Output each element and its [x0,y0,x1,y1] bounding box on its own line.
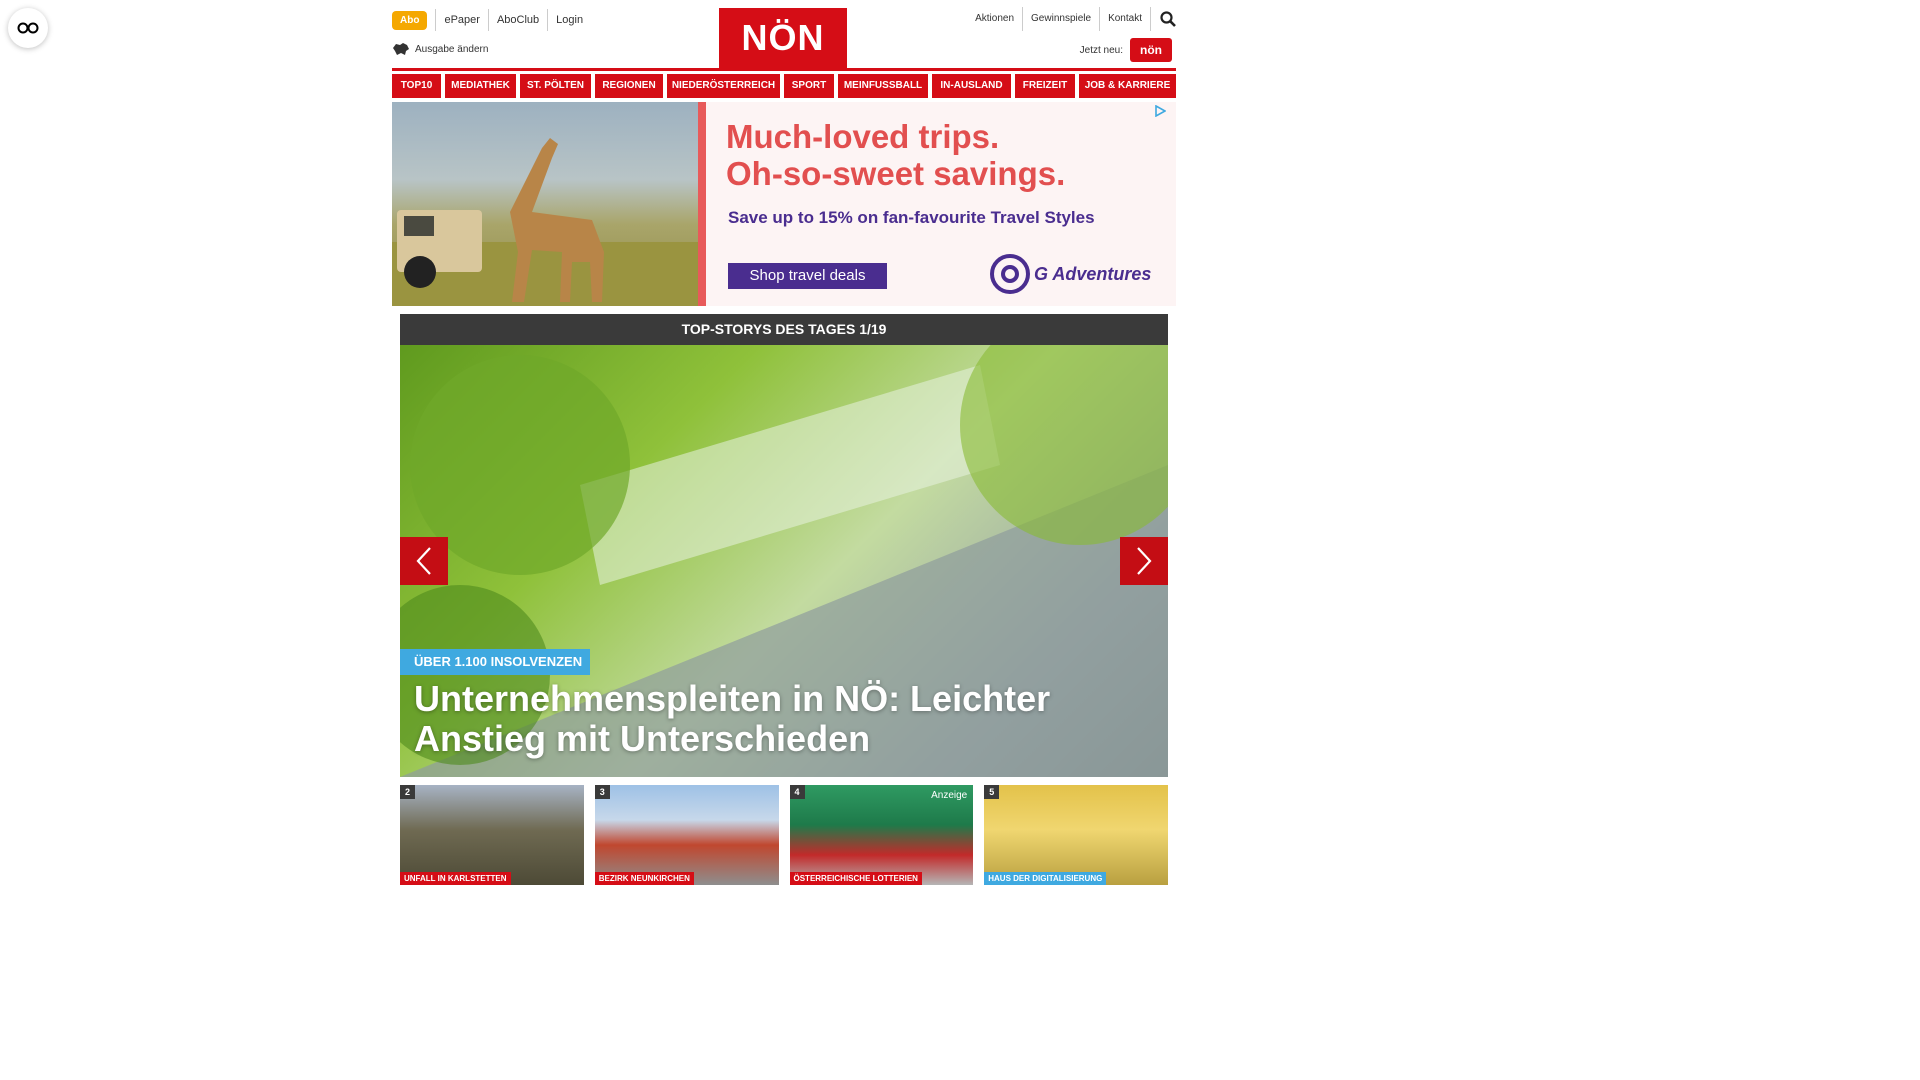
adchoices-icon[interactable] [1154,104,1167,122]
thumb-number: 2 [400,785,416,799]
story-headline[interactable]: Unternehmenspleiten in NÖ: Leichter Anst… [414,679,1134,759]
aktionen-link[interactable]: Aktionen [967,7,1024,31]
ad-headline-line-2: Oh-so-sweet savings. [726,155,1066,192]
thumb-number: 4 [789,785,805,799]
thumb-number: 3 [594,785,610,799]
slider-prev-button[interactable] [400,537,448,585]
noen-logo[interactable]: NÖN [719,8,847,68]
giraffe-safari-illustration [392,138,698,306]
nav-freizeit[interactable]: FREIZEIT [1015,74,1075,98]
jetzt-neu: Jetzt neu: nön [1080,38,1172,62]
epaper-link[interactable]: ePaper [435,9,487,31]
site-header: Abo ePaper AboClub Login Ausgabe ändern … [392,0,1176,68]
story-thumbnails: 2 UNFALL IN KARLSTETTEN 3 BEZIRK NEUNKIR… [400,785,1168,885]
ad-safari-image [392,102,698,306]
slider-title: TOP-STORYS DES TAGES 1/19 [400,314,1168,345]
hero-story[interactable]: ÜBER 1.100 INSOLVENZEN Unternehmenspleit… [400,345,1168,777]
glasses-icon [17,22,39,34]
ad-accent-stripe [698,102,706,306]
thumb-tag: BEZIRK NEUNKIRCHEN [594,872,694,885]
ausgabe-aendern-link[interactable]: Ausgabe ändern [392,42,488,56]
kleine-noen-logo[interactable]: nön [1130,38,1172,62]
jetzt-neu-label: Jetzt neu: [1079,44,1123,56]
nav-meinfussball[interactable]: MEINFUSSBALL [838,74,928,98]
story-kicker: ÜBER 1.100 INSOLVENZEN [400,649,591,675]
nav-regionen[interactable]: REGIONEN [595,74,663,98]
reader-extension-button[interactable] [8,8,48,48]
ad-subline: Save up to 15% on fan-favourite Travel S… [728,208,1095,227]
ad-brand-name: G Adventures [1034,263,1152,284]
header-divider [392,68,1176,71]
main-navigation: TOP10 MEDIATHEK ST. PÖLTEN REGIONEN NIED… [392,74,1176,98]
thumb-number: 5 [984,785,1000,799]
nav-sport[interactable]: SPORT [784,74,834,98]
thumb-tag: ÖSTERREICHISCHE LOTTERIEN [789,872,922,885]
chevron-left-icon [416,547,431,575]
story-thumb-4[interactable]: 4 Anzeige ÖSTERREICHISCHE LOTTERIEN [789,785,974,885]
nav-niederoesterreich[interactable]: NIEDERÖSTERREICH [667,74,780,98]
top-stories-slider: TOP-STORYS DES TAGES 1/19 ÜBER 1.100 INS… [400,314,1168,885]
abo-button[interactable]: Abo [392,10,428,30]
nav-top10[interactable]: TOP10 [392,74,441,98]
kontakt-link[interactable]: Kontakt [1100,7,1151,31]
thumb-anzeige-label: Anzeige [931,790,968,801]
search-icon [1160,11,1176,27]
advertisement-banner[interactable]: Much-loved trips. Oh-so-sweet savings. S… [392,102,1176,306]
gewinnspiele-link[interactable]: Gewinnspiele [1023,7,1101,31]
chevron-right-icon [1137,547,1152,575]
nav-job-karriere[interactable]: JOB & KARRIERE [1079,74,1176,98]
map-region-icon [393,43,409,55]
nav-st-poelten[interactable]: ST. PÖLTEN [520,74,591,98]
nav-in-ausland[interactable]: IN-AUSLAND [932,74,1011,98]
ausgabe-label: Ausgabe ändern [415,43,489,55]
g-adventures-icon [990,254,1030,294]
nav-mediathek[interactable]: MEDIATHEK [445,74,516,98]
ad-headline-line-1: Much-loved trips. [726,118,1000,155]
ad-headline: Much-loved trips. Oh-so-sweet savings. [726,118,1065,192]
story-thumb-5[interactable]: 5 HAUS DER DIGITALISIERUNG [984,785,1168,885]
slider-next-button[interactable] [1120,537,1168,585]
top-right-links: Aktionen Gewinnspiele Kontakt [967,7,1176,31]
ad-shop-button[interactable]: Shop travel deals [728,263,887,289]
story-thumb-3[interactable]: 3 BEZIRK NEUNKIRCHEN [594,785,779,885]
page: Abo ePaper AboClub Login Ausgabe ändern … [0,0,1568,885]
aboclub-link[interactable]: AboClub [487,9,547,31]
search-button[interactable] [1151,11,1176,27]
top-left-links: Abo ePaper AboClub Login [392,9,591,31]
site-container: Abo ePaper AboClub Login Ausgabe ändern … [392,0,1176,885]
login-link[interactable]: Login [547,9,591,31]
ad-brand-logo[interactable]: G Adventures [990,254,1151,294]
story-thumb-2[interactable]: 2 UNFALL IN KARLSTETTEN [400,785,584,885]
thumb-tag: UNFALL IN KARLSTETTEN [400,872,511,885]
thumb-tag: HAUS DER DIGITALISIERUNG [984,872,1107,885]
